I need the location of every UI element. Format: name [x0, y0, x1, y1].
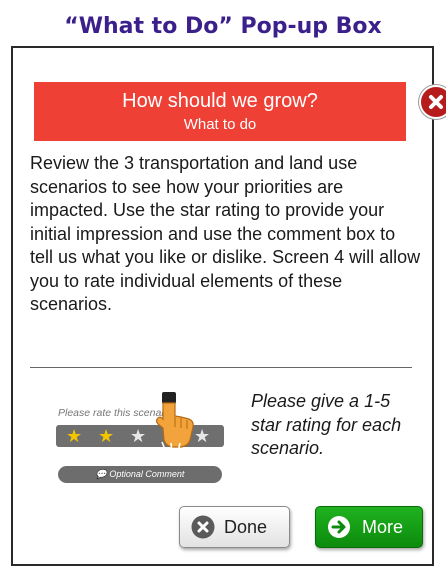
star-icon: ★: [130, 426, 147, 446]
instructions-text: Review the 3 transportation and land use…: [30, 153, 421, 314]
banner-title: How should we grow?: [122, 90, 318, 112]
star-icon: ★: [66, 426, 83, 446]
more-button[interactable]: More: [315, 506, 423, 548]
example-comment-label: Optional Comment: [109, 469, 185, 479]
slide-title: “What to Do” Pop-up Box: [64, 14, 382, 39]
close-icon: [429, 95, 443, 109]
close-button[interactable]: [419, 85, 446, 119]
done-button-label: Done: [224, 517, 268, 537]
example-comment-button: 💬 Optional Comment: [58, 466, 222, 483]
rating-example-image: Please rate this scenario: ★ ★ ★ ★ ★ 💬 O…: [46, 392, 230, 492]
more-button-label: More: [362, 517, 404, 537]
banner-subtitle: What to do: [183, 116, 257, 133]
x-circle-icon: [191, 515, 215, 539]
rating-instruction-text: Please give a 1-5 star rating for each s…: [251, 391, 402, 458]
speech-bubble-icon: 💬: [95, 469, 107, 479]
section-divider: [30, 367, 412, 368]
pointing-hand-icon: [155, 392, 194, 454]
arrow-right-circle-icon: [328, 516, 350, 538]
done-button[interactable]: Done: [179, 506, 290, 548]
star-icon: ★: [98, 426, 115, 446]
popup-header-banner: How should we grow? What to do: [34, 82, 406, 141]
